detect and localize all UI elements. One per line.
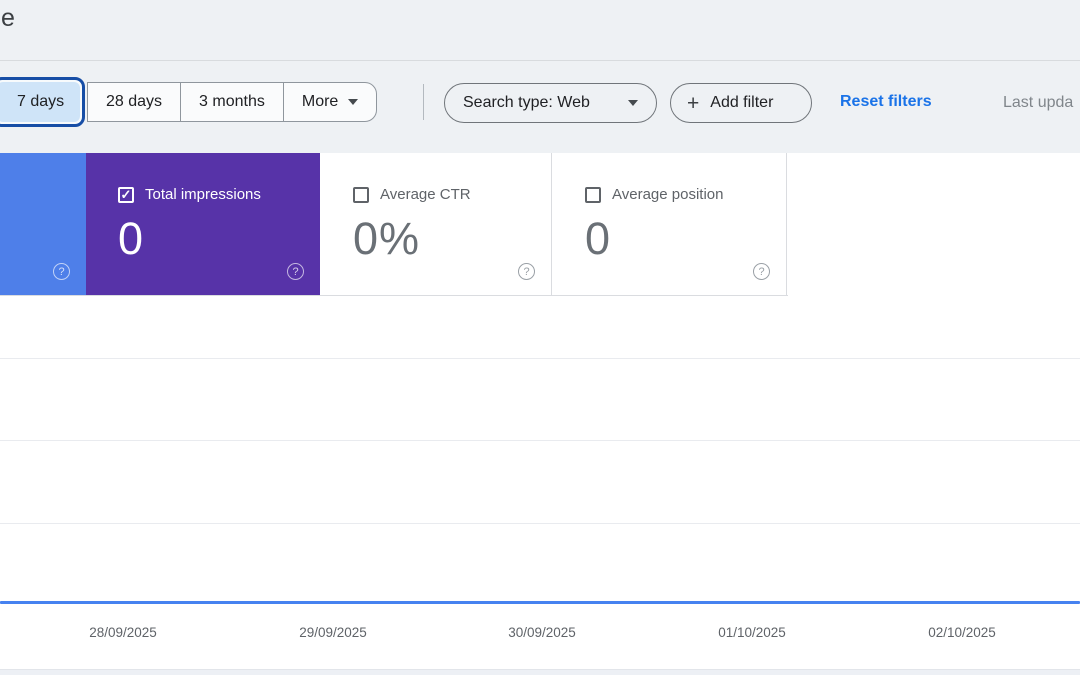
checkbox-checked-icon[interactable]: ✓ (118, 186, 134, 203)
reset-filters-link[interactable]: Reset filters (840, 93, 932, 111)
metric-value: 0 (118, 213, 145, 264)
metric-card-average-position[interactable]: Average position 0 ? (552, 153, 787, 295)
metric-value: 0 (585, 213, 612, 264)
x-axis-tick-label: 01/10/2025 (718, 625, 786, 640)
last-updated-text: Last upda (1003, 94, 1074, 111)
metric-cards-row: ? ✓ Total impressions 0 ? Average CTR 0%… (0, 153, 788, 296)
chart-gridline (0, 523, 1080, 524)
more-label: More (301, 93, 339, 110)
date-range-selected-ring: 7 days (0, 77, 86, 127)
date-range-3-months[interactable]: 3 months (180, 83, 283, 121)
date-range-28-days[interactable]: 28 days (88, 83, 180, 121)
metric-value: 0% (353, 213, 421, 264)
date-range-7-days[interactable]: 7 days (0, 82, 81, 122)
search-type-filter-button[interactable]: Search type: Web (444, 83, 657, 123)
chart-gridline (0, 358, 1080, 359)
next-section-edge (0, 669, 1080, 675)
checkbox-unchecked-icon[interactable] (353, 186, 369, 203)
chevron-down-icon (628, 100, 638, 106)
metric-card-total-clicks[interactable]: ? (0, 153, 86, 295)
page-header: e (0, 0, 1080, 61)
page-title: e (1, 4, 15, 32)
impressions-series-line (0, 601, 1080, 604)
help-icon[interactable]: ? (753, 263, 770, 280)
date-range-group: 28 days 3 months More (87, 82, 378, 122)
x-axis-tick-label: 29/09/2025 (299, 625, 367, 640)
help-icon[interactable]: ? (287, 263, 304, 280)
chart-gridline (0, 440, 1080, 441)
filter-toolbar: 7 days 28 days 3 months More Search type… (0, 61, 1080, 153)
toolbar-divider (423, 84, 424, 120)
metric-card-average-ctr[interactable]: Average CTR 0% ? (320, 153, 552, 295)
add-filter-button[interactable]: + Add filter (670, 83, 812, 123)
help-icon[interactable]: ? (53, 263, 70, 280)
metric-card-total-impressions[interactable]: ✓ Total impressions 0 ? (86, 153, 320, 295)
add-filter-label: Add filter (710, 94, 774, 111)
plus-icon: + (687, 91, 700, 115)
metric-label: Total impressions (145, 186, 261, 203)
chevron-down-icon (348, 99, 359, 105)
metric-label: Average position (612, 186, 724, 203)
checkbox-unchecked-icon[interactable] (585, 186, 601, 203)
x-axis-tick-label: 28/09/2025 (89, 625, 157, 640)
x-axis-tick-label: 30/09/2025 (508, 625, 576, 640)
metric-label: Average CTR (380, 186, 471, 203)
performance-chart: 28/09/2025 29/09/2025 30/09/2025 01/10/2… (0, 296, 1080, 675)
date-range-more-button[interactable]: More (282, 83, 376, 121)
help-icon[interactable]: ? (518, 263, 535, 280)
search-type-label: Search type: Web (463, 94, 590, 111)
x-axis-tick-label: 02/10/2025 (928, 625, 996, 640)
